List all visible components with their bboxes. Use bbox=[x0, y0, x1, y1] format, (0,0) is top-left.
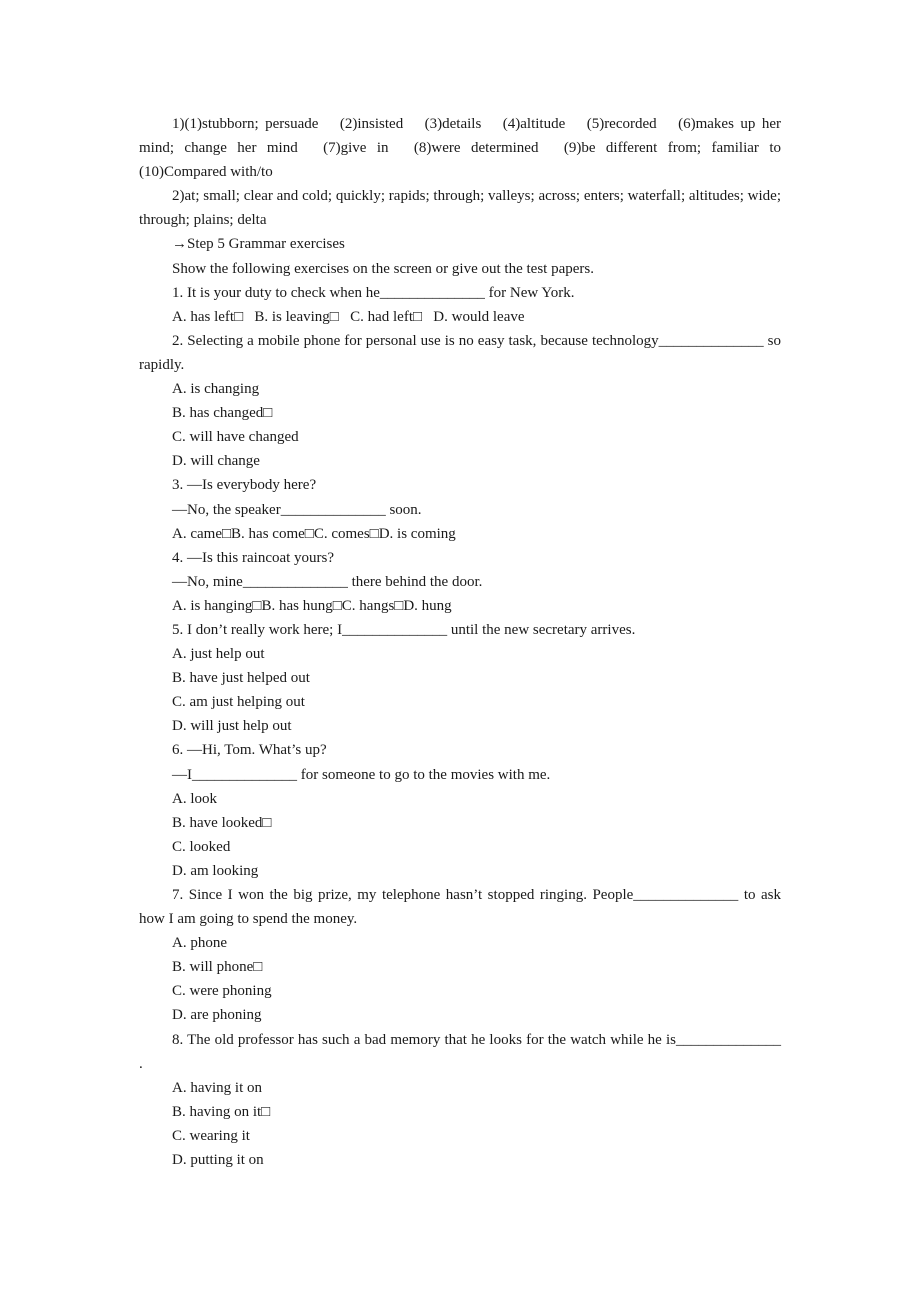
question-2-stem: 2. Selecting a mobile phone for personal… bbox=[139, 332, 781, 373]
question-8-option-b: B. having on it□ bbox=[172, 1103, 271, 1120]
question-5-stem: 5. I don’t really work here; I__________… bbox=[172, 621, 636, 638]
question-5-option-d: D. will just help out bbox=[172, 718, 292, 735]
question-2-option-b: B. has changed□ bbox=[172, 405, 273, 422]
question-6-option-b: B. have looked□ bbox=[172, 814, 272, 831]
question-2-option-d: D. will change bbox=[172, 453, 260, 470]
question-1-stem: 1. It is your duty to check when he_____… bbox=[172, 284, 575, 301]
question-3-stem-reply: —No, the speaker______________ soon. bbox=[172, 501, 422, 518]
question-5-option-a: A. just help out bbox=[172, 646, 265, 663]
question-8-option-c: C. wearing it bbox=[172, 1127, 250, 1144]
question-3-stem: 3. —Is everybody here? bbox=[172, 477, 317, 494]
question-1-options: A. has left□ B. is leaving□ C. had left□… bbox=[172, 308, 525, 325]
question-4-stem-reply: —No, mine______________ there behind the… bbox=[172, 573, 483, 590]
question-8-option-a: A. having it on bbox=[172, 1079, 262, 1096]
question-6-option-d: D. am looking bbox=[172, 862, 259, 879]
question-4-stem: 4. —Is this raincoat yours? bbox=[172, 549, 335, 566]
question-2-option-a: A. is changing bbox=[172, 381, 260, 398]
question-7-option-d: D. are phoning bbox=[172, 1007, 262, 1024]
question-2-option-c: C. will have changed bbox=[172, 429, 299, 446]
question-7-option-a: A. phone bbox=[172, 935, 227, 952]
instruction-text: Show the following exercises on the scre… bbox=[172, 260, 594, 277]
step-heading: →Step 5 Grammar exercises bbox=[172, 236, 345, 253]
question-3-options: A. came□B. has come□C. comes□D. is comin… bbox=[172, 525, 456, 542]
question-5-option-c: C. am just helping out bbox=[172, 694, 305, 711]
question-6-option-a: A. look bbox=[172, 790, 217, 807]
answer-key-part-2: 2)at; small; clear and cold; quickly; ra… bbox=[139, 188, 781, 229]
question-4-options: A. is hanging□B. has hung□C. hangs□D. hu… bbox=[172, 597, 452, 614]
question-7-stem: 7. Since I won the big prize, my telepho… bbox=[139, 887, 781, 928]
question-6-stem: 6. —Hi, Tom. What’s up? bbox=[172, 742, 327, 759]
question-6-option-c: C. looked bbox=[172, 838, 231, 855]
question-6-stem-reply: —I______________ for someone to go to th… bbox=[172, 766, 551, 783]
question-5-option-b: B. have just helped out bbox=[172, 670, 310, 687]
question-7-option-b: B. will phone□ bbox=[172, 959, 263, 976]
question-8-option-d: D. putting it on bbox=[172, 1152, 264, 1169]
document-page: 1)(1)stubborn; persuade (2)insisted (3)d… bbox=[139, 112, 781, 1172]
question-8-stem: 8. The old professor has such a bad memo… bbox=[139, 1031, 781, 1072]
question-7-option-c: C. were phoning bbox=[172, 983, 272, 1000]
answer-key-part-1: 1)(1)stubborn; persuade (2)insisted (3)d… bbox=[139, 116, 781, 181]
